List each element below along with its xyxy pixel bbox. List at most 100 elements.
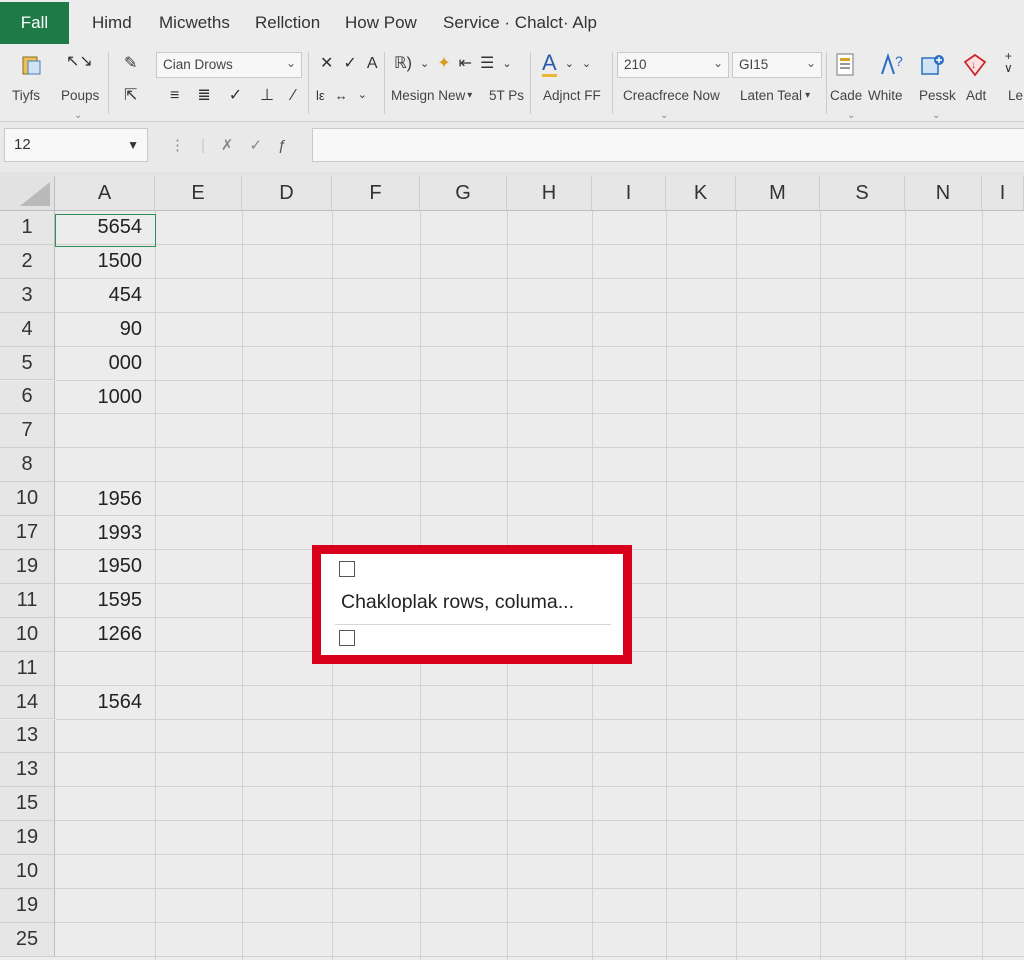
cell-a[interactable]: 1595 — [55, 584, 155, 618]
row-header[interactable]: 14 — [0, 685, 55, 720]
merge-new-button[interactable]: Mesign New ▾ — [391, 88, 472, 103]
format-painter-icon[interactable]: ↖↘ — [66, 54, 93, 70]
code-button[interactable]: Cade — [830, 88, 862, 103]
align-center-icon[interactable]: ≣ — [197, 88, 210, 104]
cell-a[interactable]: 1564 — [55, 686, 155, 720]
paste-button[interactable]: Pessk — [919, 88, 956, 103]
font-a-icon[interactable]: A — [367, 56, 378, 72]
paste-icon[interactable] — [20, 54, 44, 76]
row-header[interactable]: 4 — [0, 312, 55, 347]
cell-a[interactable] — [55, 821, 155, 855]
row-header[interactable]: 6 — [0, 380, 55, 415]
latest-teal-button[interactable]: Laten Teal ▾ — [740, 88, 810, 103]
row-header[interactable]: 25 — [0, 922, 55, 957]
fill-icon[interactable]: ✦ — [437, 56, 450, 72]
column-header[interactable]: M — [736, 176, 820, 211]
column-header[interactable]: S — [820, 176, 905, 211]
chevron-down-icon[interactable]: ⌄ — [358, 90, 367, 101]
row-header[interactable]: 8 — [0, 448, 55, 483]
cell-a[interactable]: 1950 — [55, 550, 155, 584]
chevron-down-icon[interactable]: ⌄ — [582, 59, 591, 70]
cell-a[interactable]: 1956 — [55, 482, 155, 516]
styles-label[interactable]: Tiyfs — [12, 88, 40, 103]
row-header[interactable]: 10 — [0, 855, 55, 889]
cell-a[interactable]: 000 — [55, 347, 155, 381]
list-icon[interactable]: ☰ — [480, 56, 494, 72]
row-header[interactable]: 5 — [0, 346, 55, 381]
menu-item-3[interactable]: Rellction — [255, 13, 320, 33]
formula-input[interactable] — [312, 128, 1024, 162]
cancel-icon[interactable]: ✗ — [221, 136, 234, 154]
cell-a[interactable]: 90 — [55, 313, 155, 347]
row-header[interactable]: 10 — [0, 482, 55, 517]
column-header[interactable]: I — [592, 176, 666, 211]
formula-label[interactable]: lε — [316, 88, 325, 103]
cell-a[interactable] — [55, 889, 155, 923]
menu-item-4[interactable]: How Pow — [345, 13, 417, 33]
drag-handle-icon[interactable]: ⋮ — [170, 136, 185, 154]
popup-option-text[interactable]: Chakloplak rows, columa... — [341, 591, 574, 614]
underline-icon[interactable]: ⊥ — [260, 88, 274, 104]
row-header[interactable]: 7 — [0, 414, 55, 449]
font-name-select[interactable]: Cian Drows ⌄ — [156, 52, 302, 78]
group-chevron-icon[interactable]: ⌄ — [660, 110, 668, 121]
confirm-icon[interactable]: ✓ — [249, 136, 262, 154]
menu-item-1[interactable]: Himd — [92, 13, 132, 33]
check-icon[interactable]: ✓ — [229, 88, 242, 104]
chevron-down-icon[interactable]: ⌄ — [502, 58, 511, 70]
le-button[interactable]: Le — [1008, 88, 1023, 103]
font-color-icon[interactable]: A — [542, 52, 557, 77]
column-header[interactable]: K — [666, 176, 736, 211]
row-header[interactable]: 2 — [0, 244, 55, 279]
row-header[interactable]: 3 — [0, 278, 55, 313]
select-all-corner[interactable] — [0, 176, 55, 211]
column-header[interactable]: H — [507, 176, 592, 211]
white-button[interactable]: White — [868, 88, 903, 103]
cancel-icon[interactable]: ✕ — [320, 56, 333, 72]
group-chevron-icon[interactable]: ⌄ — [74, 110, 82, 121]
cell-a[interactable] — [55, 414, 155, 448]
row-header[interactable]: 1 — [0, 211, 55, 245]
row-header[interactable]: 13 — [0, 719, 55, 754]
cell-a[interactable]: 1266 — [55, 618, 155, 652]
row-header[interactable]: 10 — [0, 617, 55, 652]
cell-a[interactable]: 1000 — [55, 381, 155, 415]
row-header[interactable]: 19 — [0, 550, 55, 584]
column-header[interactable]: A — [55, 176, 155, 211]
check-icon[interactable]: ✓ — [343, 56, 356, 72]
number-format-select[interactable]: GI15 ⌄ — [732, 52, 822, 78]
function-icon[interactable]: ƒ — [278, 137, 286, 154]
adjust-ff-button[interactable]: Adjnct FF — [543, 88, 601, 103]
popup-checkbox[interactable] — [339, 630, 355, 646]
menu-item-5[interactable]: Service · Chalct· Alp — [443, 13, 597, 33]
row-header[interactable]: 11 — [0, 583, 55, 618]
wrap-icon[interactable]: ℝ) — [394, 56, 412, 72]
font-size-select[interactable]: 210 ⌄ — [617, 52, 729, 78]
cell-a[interactable] — [55, 787, 155, 821]
add-button[interactable]: Adt — [966, 88, 986, 103]
column-header[interactable]: E — [155, 176, 242, 211]
percent-style-button[interactable]: 5T Ps — [489, 88, 524, 103]
menu-item-2[interactable]: Micweths — [159, 13, 230, 33]
row-header[interactable]: 19 — [0, 889, 55, 923]
group-chevron-icon[interactable]: ⌄ — [932, 110, 940, 121]
arrow-lr-icon[interactable]: ↔ — [335, 88, 348, 103]
sort-filter-icon[interactable]: + ∨ — [1004, 50, 1013, 74]
column-header[interactable]: D — [242, 176, 332, 211]
column-header[interactable]: G — [420, 176, 507, 211]
row-header[interactable]: 19 — [0, 821, 55, 856]
row-header[interactable]: 11 — [0, 651, 55, 686]
format-icon[interactable]: ? — [876, 52, 906, 78]
poups-label[interactable]: Poups — [61, 88, 99, 103]
row-header[interactable]: 17 — [0, 516, 55, 550]
cell-a[interactable] — [55, 448, 155, 482]
cell-a[interactable]: 1500 — [55, 245, 155, 279]
chevron-down-icon[interactable]: ⌄ — [420, 58, 429, 70]
cell-a[interactable]: 1993 — [55, 516, 155, 550]
cell-a[interactable] — [55, 652, 155, 686]
italic-icon[interactable]: ⁄ — [292, 88, 295, 104]
cell-a[interactable] — [55, 720, 155, 754]
group-chevron-icon[interactable]: ⌄ — [847, 110, 855, 121]
cell-a[interactable] — [55, 923, 155, 957]
column-header[interactable]: N — [905, 176, 982, 211]
